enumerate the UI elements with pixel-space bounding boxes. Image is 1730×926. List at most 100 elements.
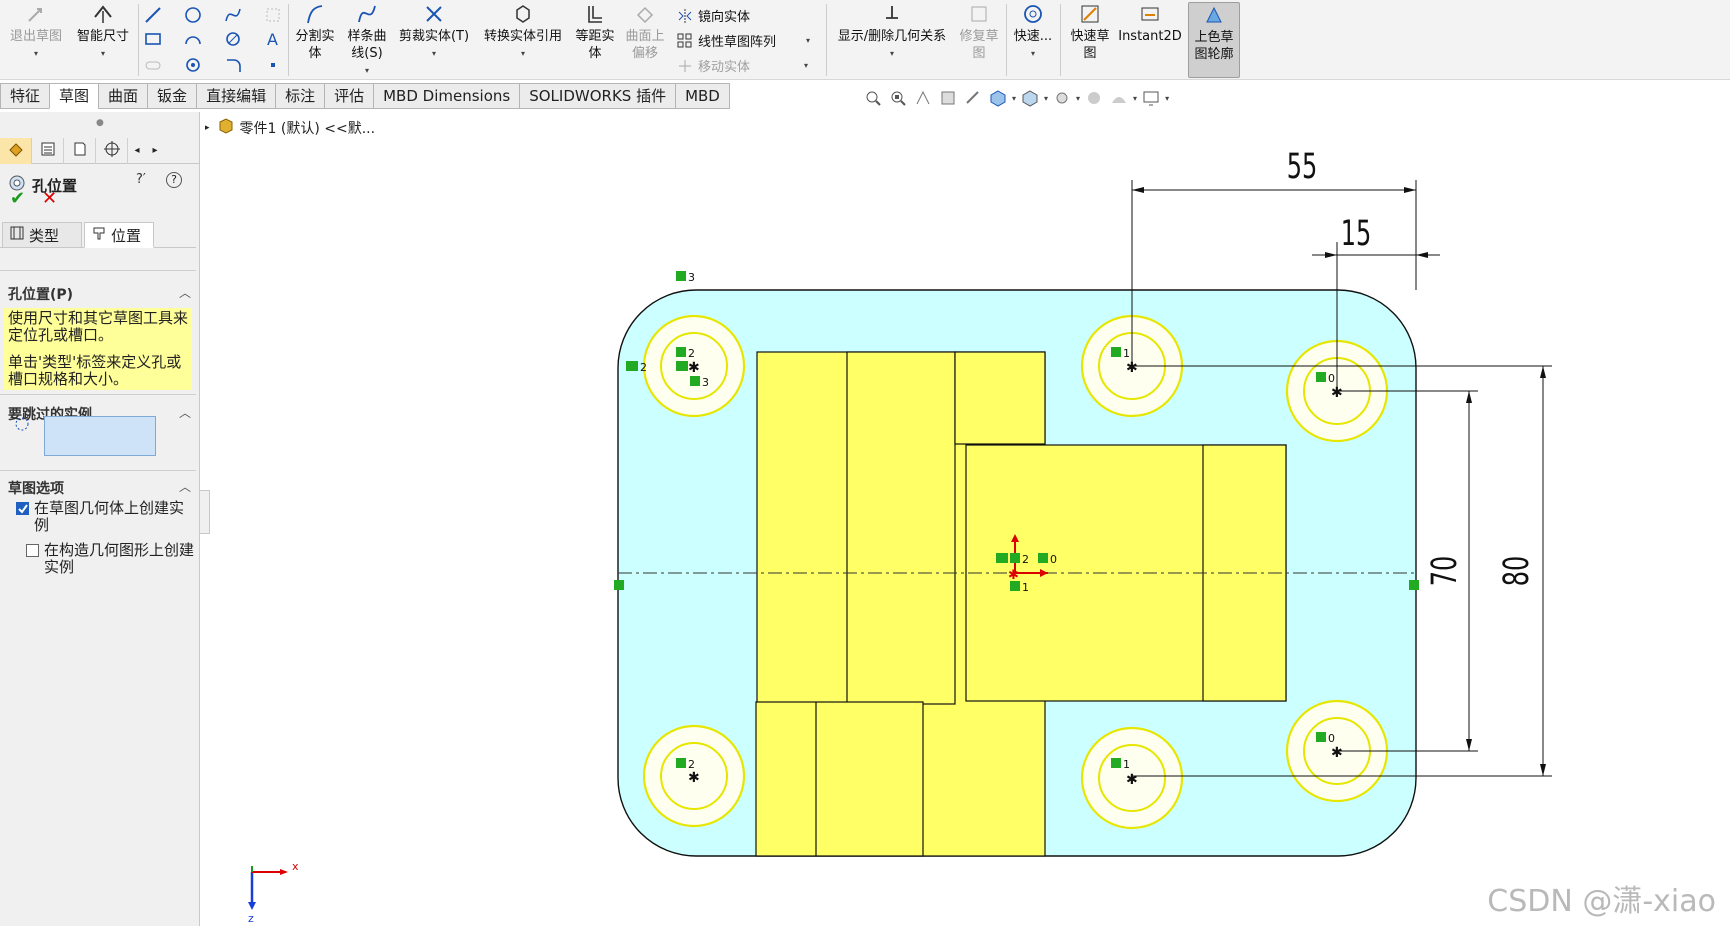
zoom-to-area-icon[interactable] bbox=[887, 87, 909, 109]
hole-bottom-left[interactable]: ✱ bbox=[642, 724, 746, 828]
edit-appearance-icon[interactable] bbox=[1083, 87, 1105, 109]
apply-scene-icon[interactable] bbox=[1108, 87, 1130, 109]
collapse-chevron-icon[interactable]: ︿ bbox=[179, 404, 191, 421]
tab-2[interactable]: 曲面 bbox=[98, 83, 148, 109]
tab-6[interactable]: 评估 bbox=[324, 83, 374, 109]
chevron-down-icon[interactable]: ▾ bbox=[1012, 94, 1016, 103]
rapid-sketch-button[interactable]: 快速草 图 bbox=[1064, 2, 1116, 62]
text-icon[interactable]: A bbox=[262, 28, 284, 50]
tab-0[interactable]: 特征 bbox=[0, 83, 50, 109]
hole-position-section-header[interactable]: 孔位置(P) bbox=[8, 284, 73, 304]
display-delete-relations-button[interactable]: 显示/删除几何关系 ▾ bbox=[830, 2, 954, 62]
chevron-down-icon[interactable]: ▾ bbox=[1044, 94, 1048, 103]
boss-step[interactable] bbox=[846, 351, 956, 705]
repair-sketch-button[interactable]: 修复草 图 bbox=[956, 2, 1002, 62]
panel-grip-icon[interactable]: ● bbox=[96, 118, 104, 128]
display-style-icon[interactable] bbox=[1019, 87, 1041, 109]
plane-icon[interactable] bbox=[262, 4, 284, 26]
collapse-chevron-icon[interactable]: ︿ bbox=[179, 478, 191, 495]
spline-icon[interactable] bbox=[222, 4, 244, 26]
chevron-down-icon: ▾ bbox=[1030, 49, 1035, 58]
view-settings-icon[interactable] bbox=[1140, 87, 1162, 109]
property-manager-tab[interactable] bbox=[32, 138, 64, 164]
sketch-options-header[interactable]: 草图选项 bbox=[8, 478, 64, 498]
cancel-x-icon[interactable]: ✕ bbox=[42, 188, 57, 209]
type-subtab[interactable]: 类型 bbox=[2, 222, 82, 248]
scroll-left-icon[interactable]: ◂ bbox=[128, 138, 146, 163]
hole-top-left[interactable]: ✱ bbox=[642, 314, 746, 418]
instant2d-icon bbox=[1138, 2, 1162, 26]
collapse-chevron-icon[interactable]: ︿ bbox=[179, 284, 191, 301]
command-tabs: 特征 草图 曲面 钣金 直接编辑 标注 评估 MBD Dimensions SOLIDWORKS… bbox=[0, 83, 730, 111]
circle-icon[interactable] bbox=[182, 4, 204, 26]
shaded-sketch-label-line1: 上色草 bbox=[1194, 30, 1234, 45]
zoom-to-fit-icon[interactable] bbox=[862, 87, 884, 109]
svg-text:3: 3 bbox=[702, 376, 709, 389]
quick-snaps-label: 快速... bbox=[1013, 29, 1053, 44]
line-icon[interactable] bbox=[142, 4, 164, 26]
tab-5[interactable]: 标注 bbox=[275, 83, 325, 109]
endpoint-marker[interactable] bbox=[1409, 580, 1419, 590]
boss-top-block[interactable] bbox=[954, 351, 1046, 445]
linear-pattern-button[interactable]: 线性草图阵列 ▾ bbox=[676, 31, 810, 50]
offset-on-surface-button[interactable]: 曲面上 偏移 bbox=[622, 2, 668, 62]
slot-icon[interactable] bbox=[142, 54, 164, 76]
endpoint-marker[interactable] bbox=[614, 580, 624, 590]
shaded-sketch-contours-button[interactable]: 上色草 图轮廓 bbox=[1188, 2, 1240, 78]
move-entities-button[interactable]: 移动实体 ▾ bbox=[676, 56, 808, 75]
mirror-entities-button[interactable]: 镜向实体 bbox=[676, 6, 750, 25]
panel-collapse-handle[interactable] bbox=[200, 490, 210, 534]
chevron-down-icon[interactable]: ▾ bbox=[1076, 94, 1080, 103]
smart-dimension-button[interactable]: 智能尺寸 ▾ bbox=[72, 2, 134, 62]
configuration-manager-tab[interactable] bbox=[64, 138, 96, 164]
polygon-icon[interactable] bbox=[182, 54, 204, 76]
point-icon[interactable] bbox=[262, 54, 284, 76]
chevron-down-icon[interactable]: ▾ bbox=[1165, 94, 1169, 103]
ribbon-separator bbox=[1060, 4, 1061, 76]
hole-bottom-middle[interactable]: ✱ bbox=[1080, 726, 1184, 830]
trim-entities-button[interactable]: 剪裁实体(T) ▾ bbox=[396, 2, 472, 62]
graphics-area[interactable]: ✱ ✱ ✱ ✱ ✱ ✱ ✱ 3 2 2 3 1 0 2 0 1 2 1 0 55… bbox=[201, 112, 1730, 926]
whats-wrong-icon[interactable]: ?′ bbox=[136, 172, 146, 187]
smart-dimension-label: 智能尺寸 bbox=[76, 29, 129, 44]
ok-checkmark-icon[interactable]: ✔ bbox=[10, 188, 25, 209]
rectangle-icon[interactable] bbox=[142, 28, 164, 50]
tab-4[interactable]: 直接编辑 bbox=[196, 83, 276, 109]
chevron-down-icon[interactable]: ▾ bbox=[1133, 94, 1137, 103]
svg-text:2: 2 bbox=[1022, 553, 1029, 566]
exit-sketch-button[interactable]: 退出草图 ▾ bbox=[8, 2, 64, 62]
previous-view-icon[interactable] bbox=[912, 87, 934, 109]
svg-text:15: 15 bbox=[1341, 214, 1372, 255]
tab-9[interactable]: MBD bbox=[675, 83, 730, 109]
offset-entities-button[interactable]: 等距实 体 bbox=[572, 2, 618, 62]
spline-button[interactable]: 样条曲 线(S) ▾ bbox=[344, 2, 390, 79]
lower-block[interactable] bbox=[755, 701, 924, 857]
split-entity-button[interactable]: 分割实 体 bbox=[292, 2, 338, 62]
chevron-down-icon: ▾ bbox=[520, 49, 525, 58]
view-orientation-icon[interactable] bbox=[987, 87, 1009, 109]
quick-snaps-button[interactable]: 快速... ▾ bbox=[1010, 2, 1056, 62]
dynamic-annotation-icon[interactable] bbox=[962, 87, 984, 109]
instances-to-skip-list[interactable] bbox=[44, 416, 156, 456]
hide-show-items-icon[interactable] bbox=[1051, 87, 1073, 109]
ribbon-separator bbox=[826, 4, 827, 76]
ellipse-icon[interactable] bbox=[222, 28, 244, 50]
create-on-construction-geometry-checkbox[interactable]: 在构造几何图形上创建实例 bbox=[26, 542, 196, 576]
position-subtab[interactable]: 位置 bbox=[84, 222, 154, 248]
instant2d-button[interactable]: Instant2D bbox=[1118, 2, 1182, 45]
feature-manager-tab[interactable] bbox=[0, 138, 32, 164]
dimxpert-manager-tab[interactable] bbox=[96, 138, 128, 164]
section-divider bbox=[0, 470, 196, 471]
arc-icon[interactable] bbox=[182, 28, 204, 50]
hole-center-mark: ✱ bbox=[1331, 745, 1343, 761]
section-view-icon[interactable] bbox=[937, 87, 959, 109]
create-on-sketch-geometry-checkbox[interactable]: 在草图几何体上创建实例 bbox=[16, 500, 186, 534]
convert-entities-button[interactable]: 转换实体引用 ▾ bbox=[478, 2, 568, 62]
scroll-right-icon[interactable]: ▸ bbox=[146, 138, 164, 163]
help-icon[interactable]: ? bbox=[166, 172, 182, 188]
tab-7[interactable]: MBD Dimensions bbox=[373, 83, 520, 109]
tab-3[interactable]: 钣金 bbox=[147, 83, 197, 109]
fillet-icon[interactable] bbox=[222, 54, 244, 76]
tab-8[interactable]: SOLIDWORKS 插件 bbox=[519, 83, 676, 109]
tab-1[interactable]: 草图 bbox=[49, 83, 99, 109]
